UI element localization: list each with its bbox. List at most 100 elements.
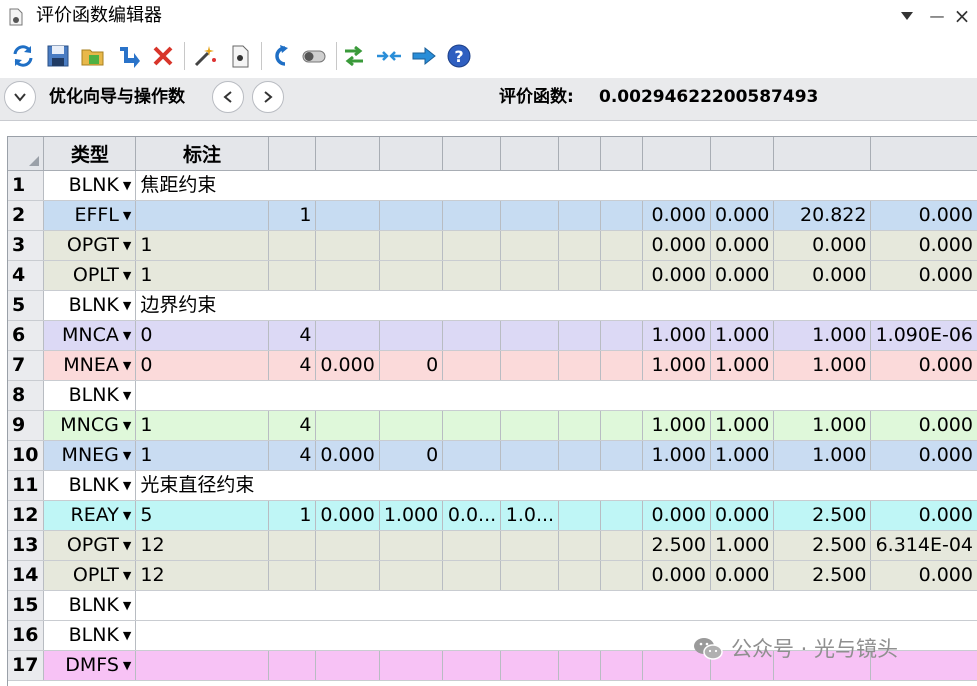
operand-type-dropdown[interactable]: EFFL ▼: [43, 200, 137, 231]
value-cell[interactable]: 0.000: [870, 260, 977, 291]
value-cell[interactable]: 0: [379, 440, 444, 471]
column-header-comment[interactable]: 标注: [135, 137, 269, 171]
value-cell[interactable]: [600, 500, 644, 531]
value-cell[interactable]: 4: [268, 440, 317, 471]
value-cell[interactable]: 1.000: [642, 410, 711, 441]
row-number[interactable]: 13: [8, 530, 45, 561]
value-cell[interactable]: 1.000: [710, 410, 775, 441]
value-cell[interactable]: [315, 410, 380, 441]
value-cell[interactable]: 1.000: [773, 440, 872, 471]
value-cell[interactable]: 0.000: [315, 500, 380, 531]
column-header[interactable]: [315, 137, 380, 171]
operand-type-dropdown[interactable]: OPLT ▼: [43, 560, 137, 591]
operand-type-dropdown[interactable]: MNEA ▼: [43, 350, 137, 381]
comment-cell[interactable]: 1: [135, 440, 269, 471]
save-button[interactable]: [44, 42, 72, 70]
value-cell[interactable]: 0.000: [642, 560, 711, 591]
row-number[interactable]: 11: [8, 470, 45, 501]
operand-type-dropdown[interactable]: DMFS ▼: [43, 650, 137, 681]
operand-type-dropdown[interactable]: BLNK ▼: [43, 170, 137, 201]
column-header-type[interactable]: 类型: [43, 137, 137, 171]
row-number[interactable]: 8: [8, 380, 45, 411]
operand-type-dropdown[interactable]: MNCG ▼: [43, 410, 137, 441]
minimize-button[interactable]: —: [925, 4, 949, 28]
value-cell[interactable]: [500, 440, 560, 471]
value-cell[interactable]: [500, 410, 560, 441]
row-number[interactable]: 12: [8, 500, 45, 531]
value-cell[interactable]: [379, 560, 444, 591]
value-cell[interactable]: 0.000: [315, 350, 380, 381]
value-cell[interactable]: 0.000: [710, 200, 775, 231]
value-cell[interactable]: 0.000: [642, 230, 711, 261]
comment-cell[interactable]: 12: [135, 530, 269, 561]
help-button[interactable]: ?: [445, 42, 473, 70]
value-cell[interactable]: [315, 530, 380, 561]
value-cell[interactable]: [379, 230, 444, 261]
value-cell[interactable]: [315, 230, 380, 261]
value-cell[interactable]: 1.000: [379, 500, 444, 531]
column-header[interactable]: [710, 137, 775, 171]
value-cell[interactable]: [268, 650, 317, 681]
value-cell[interactable]: [558, 530, 602, 561]
value-cell[interactable]: 1.000: [710, 320, 775, 351]
comment-cell[interactable]: 光束直径约束: [135, 470, 977, 501]
comment-cell[interactable]: 5: [135, 500, 269, 531]
wizard-button[interactable]: [191, 42, 219, 70]
value-cell[interactable]: 20.822: [773, 200, 872, 231]
value-cell[interactable]: 1.000: [710, 530, 775, 561]
column-header[interactable]: [379, 137, 444, 171]
value-cell[interactable]: [379, 650, 444, 681]
value-cell[interactable]: 0.000: [710, 560, 775, 591]
row-number[interactable]: 17: [8, 650, 45, 681]
value-cell[interactable]: 2.500: [773, 560, 872, 591]
operand-type-dropdown[interactable]: BLNK ▼: [43, 380, 137, 411]
insert-button[interactable]: [114, 42, 142, 70]
value-cell[interactable]: [558, 350, 602, 381]
value-cell[interactable]: [315, 320, 380, 351]
value-cell[interactable]: 1.000: [710, 350, 775, 381]
row-number[interactable]: 16: [8, 620, 45, 651]
value-cell[interactable]: [600, 350, 644, 381]
comment-cell[interactable]: 0: [135, 350, 269, 381]
value-cell[interactable]: [379, 200, 444, 231]
swap-button[interactable]: [340, 42, 368, 70]
value-cell[interactable]: [442, 530, 502, 561]
value-cell[interactable]: 4: [268, 320, 317, 351]
value-cell[interactable]: 4: [268, 350, 317, 381]
compress-button[interactable]: [375, 42, 403, 70]
column-header[interactable]: [442, 137, 502, 171]
value-cell[interactable]: 0.0...: [442, 500, 502, 531]
column-header[interactable]: [642, 137, 711, 171]
value-cell[interactable]: [558, 410, 602, 441]
value-cell[interactable]: [268, 260, 317, 291]
row-number[interactable]: 15: [8, 590, 45, 621]
value-cell[interactable]: 0.000: [870, 500, 977, 531]
value-cell[interactable]: [600, 320, 644, 351]
value-cell[interactable]: [600, 650, 644, 681]
value-cell[interactable]: 1.000: [773, 320, 872, 351]
column-header[interactable]: [870, 137, 977, 171]
next-button[interactable]: [252, 81, 284, 113]
select-all-corner[interactable]: [8, 137, 45, 171]
operand-type-dropdown[interactable]: MNEG ▼: [43, 440, 137, 471]
value-cell[interactable]: 0.000: [870, 230, 977, 261]
operand-type-dropdown[interactable]: BLNK ▼: [43, 590, 137, 621]
comment-cell[interactable]: [135, 650, 269, 681]
value-cell[interactable]: 0.000: [642, 260, 711, 291]
settings-button[interactable]: [226, 42, 254, 70]
value-cell[interactable]: 1: [268, 500, 317, 531]
arrow-right-button[interactable]: [410, 42, 438, 70]
value-cell[interactable]: 1.000: [773, 410, 872, 441]
value-cell[interactable]: [379, 530, 444, 561]
value-cell[interactable]: 1.000: [642, 350, 711, 381]
value-cell[interactable]: [500, 200, 560, 231]
column-header[interactable]: [773, 137, 872, 171]
value-cell[interactable]: [600, 530, 644, 561]
value-cell[interactable]: 4: [268, 410, 317, 441]
column-header[interactable]: [600, 137, 644, 171]
operand-type-dropdown[interactable]: REAY ▼: [43, 500, 137, 531]
value-cell[interactable]: [379, 410, 444, 441]
value-cell[interactable]: [600, 410, 644, 441]
value-cell[interactable]: [500, 650, 560, 681]
value-cell[interactable]: [500, 230, 560, 261]
